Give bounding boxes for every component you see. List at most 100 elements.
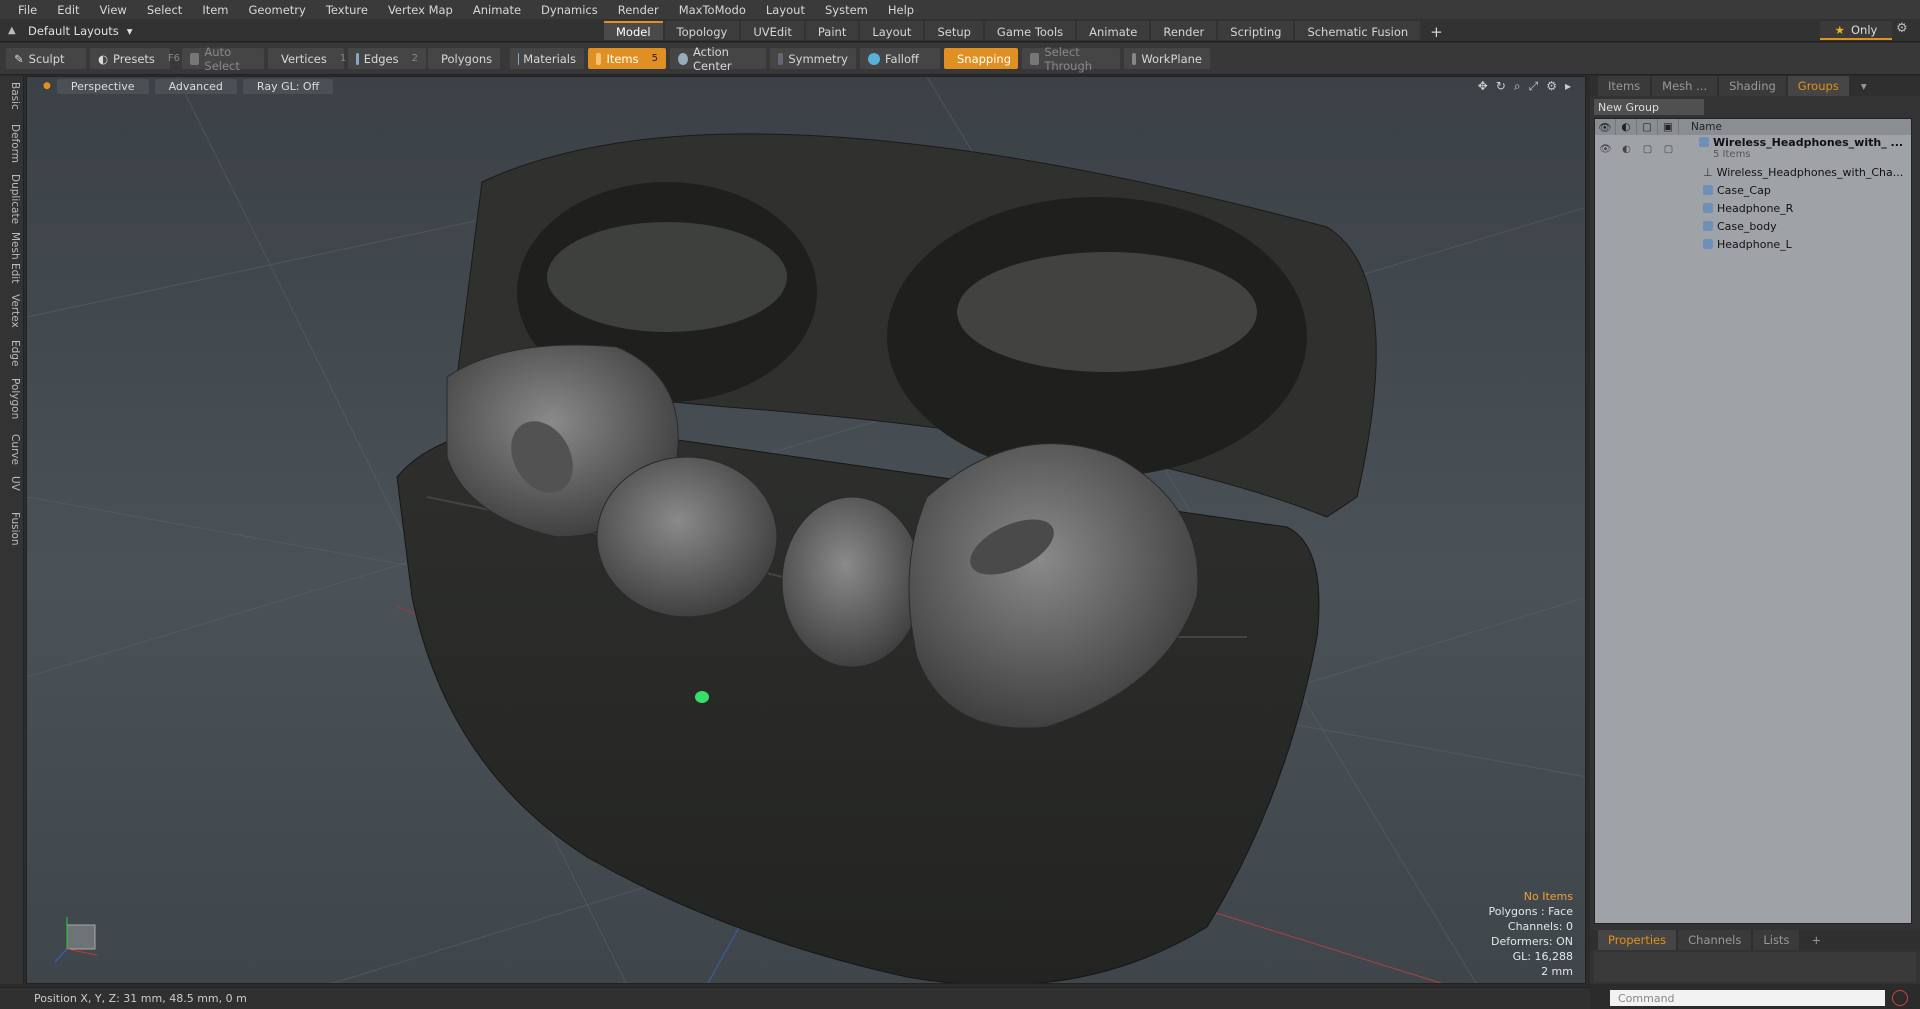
menu-animate[interactable]: Animate: [463, 3, 531, 17]
vtab-basic[interactable]: Basic: [3, 82, 21, 110]
collapse-icon[interactable]: ▲: [8, 25, 20, 37]
rotate-icon[interactable]: ↻: [1496, 79, 1506, 94]
workplane-icon: [1132, 52, 1137, 65]
vtab-uv[interactable]: UV: [3, 476, 21, 491]
zoom-icon[interactable]: ⌕: [1514, 79, 1521, 94]
menu-select[interactable]: Select: [137, 3, 192, 17]
only-toggle[interactable]: ★ Only: [1820, 21, 1892, 40]
snapping-button[interactable]: Snapping: [944, 48, 1018, 69]
visibility-column-icon[interactable]: 👁: [1595, 119, 1616, 135]
tab-channels[interactable]: Channels: [1678, 930, 1752, 950]
menu-geometry[interactable]: Geometry: [239, 3, 316, 17]
groups-tree: 👁 ◐ ▢ ▣ Name 👁 ◐ ▢ ▢ Wireless_Headphones…: [1594, 118, 1912, 924]
expand-arrow-icon[interactable]: ▸: [1565, 79, 1571, 94]
render-column-icon[interactable]: ◐: [1616, 119, 1637, 135]
viewport-menu-icon[interactable]: ●: [43, 81, 51, 91]
menu-vertex-map[interactable]: Vertex Map: [378, 3, 463, 17]
menu-edit[interactable]: Edit: [47, 3, 89, 17]
add-tab-icon[interactable]: +: [1422, 21, 1451, 41]
3d-viewport[interactable]: ● Perspective Advanced Ray GL: Off ✥ ↻ ⌕…: [26, 76, 1586, 984]
vtab-polygon[interactable]: Polygon: [3, 378, 21, 419]
falloff-button[interactable]: Falloff: [860, 48, 940, 69]
scene-render: [27, 77, 1585, 983]
menu-render[interactable]: Render: [608, 3, 669, 17]
layout-dropdown[interactable]: ▲ Default Layouts ▾: [8, 22, 133, 39]
select-through-button[interactable]: Select Through: [1022, 45, 1120, 73]
pan-icon[interactable]: ✥: [1478, 79, 1488, 94]
vtab-fusion[interactable]: Fusion: [3, 512, 21, 546]
tab-animate[interactable]: Animate: [1077, 21, 1150, 40]
menu-maxtomodo[interactable]: MaxToModo: [669, 3, 756, 17]
menu-file[interactable]: File: [8, 3, 47, 17]
auto-select-button[interactable]: Auto Select: [182, 45, 264, 73]
view-type-button[interactable]: Perspective: [56, 78, 149, 94]
items-button[interactable]: Items 5: [588, 48, 666, 69]
shading-mode-button[interactable]: Advanced: [154, 78, 237, 94]
symmetry-button[interactable]: Symmetry: [770, 48, 856, 69]
tab-layout[interactable]: Layout: [860, 21, 924, 40]
tabs-dropdown-icon[interactable]: ▾: [1851, 76, 1877, 96]
vtab-duplicate[interactable]: Duplicate: [3, 174, 21, 224]
tab-game-tools[interactable]: Game Tools: [984, 21, 1076, 40]
vtab-vertex[interactable]: Vertex: [3, 294, 21, 328]
viewport-settings-icon[interactable]: ⚙: [1546, 79, 1557, 94]
tree-item[interactable]: Headphone_L: [1595, 235, 1911, 253]
new-group-button[interactable]: New Group: [1594, 99, 1704, 115]
tree-item[interactable]: Case_Cap: [1595, 181, 1911, 199]
presets-label: Presets: [113, 51, 155, 66]
workplane-button[interactable]: WorkPlane: [1124, 48, 1210, 69]
menu-item[interactable]: Item: [192, 3, 238, 17]
scale-info: 2 mm: [1541, 965, 1573, 978]
tab-setup[interactable]: Setup: [925, 21, 983, 40]
menu-view[interactable]: View: [90, 3, 137, 17]
command-input[interactable]: Command: [1610, 990, 1885, 1006]
falloff-label: Falloff: [885, 51, 919, 66]
render-toggle-icon[interactable]: ◐: [1616, 144, 1637, 155]
tab-lists[interactable]: Lists: [1753, 930, 1800, 950]
tree-item[interactable]: Case_body: [1595, 217, 1911, 235]
tab-shading[interactable]: Shading: [1719, 76, 1786, 96]
tab-scripting[interactable]: Scripting: [1218, 21, 1294, 40]
vtab-deform[interactable]: Deform: [3, 124, 21, 163]
vertices-button[interactable]: Vertices 1: [268, 48, 346, 69]
tab-items[interactable]: Items: [1598, 76, 1651, 96]
materials-button[interactable]: Materials: [510, 48, 584, 69]
tree-item[interactable]: ⊥ Wireless_Headphones_with_Cha...: [1595, 163, 1911, 181]
tab-topology[interactable]: Topology: [664, 21, 740, 40]
tab-uvedit[interactable]: UVEdit: [741, 21, 804, 40]
tab-mesh[interactable]: Mesh ...: [1652, 76, 1718, 96]
menu-layout[interactable]: Layout: [756, 3, 815, 17]
menu-help[interactable]: Help: [878, 3, 924, 17]
group-row[interactable]: 👁 ◐ ▢ ▢ Wireless_Headphones_with_ ... 5 …: [1595, 135, 1911, 163]
command-run-icon[interactable]: [1892, 990, 1908, 1006]
fit-icon[interactable]: ⤢: [1529, 79, 1539, 94]
vtab-edge[interactable]: Edge: [3, 340, 21, 366]
tab-render[interactable]: Render: [1151, 21, 1217, 40]
select-column-icon[interactable]: ▣: [1658, 119, 1679, 135]
lock-toggle-icon[interactable]: ▢: [1637, 144, 1658, 155]
action-center-button[interactable]: Action Center: [670, 45, 766, 73]
polygons-button[interactable]: Polygons: [428, 48, 500, 69]
tab-model[interactable]: Model: [604, 21, 663, 40]
items-label: Items: [606, 51, 639, 66]
tab-groups[interactable]: Groups: [1787, 76, 1849, 96]
menu-system[interactable]: System: [815, 3, 878, 17]
tab-schematic-fusion[interactable]: Schematic Fusion: [1295, 21, 1421, 40]
menu-texture[interactable]: Texture: [316, 3, 378, 17]
vtab-mesh-edit[interactable]: Mesh Edit: [3, 232, 21, 283]
tree-item[interactable]: Headphone_R: [1595, 199, 1911, 217]
layout-dropdown-label: Default Layouts: [28, 23, 119, 38]
gear-icon[interactable]: ⚙: [1896, 21, 1908, 36]
tab-paint[interactable]: Paint: [805, 21, 859, 40]
visibility-toggle-icon[interactable]: 👁: [1595, 144, 1616, 155]
lock-column-icon[interactable]: ▢: [1637, 119, 1658, 135]
add-panel-tab-icon[interactable]: +: [1801, 930, 1831, 950]
sculpt-button[interactable]: ✎ Sculpt: [6, 48, 86, 69]
presets-button[interactable]: ◐ Presets F6: [90, 48, 180, 69]
menu-dynamics[interactable]: Dynamics: [531, 3, 608, 17]
raygl-button[interactable]: Ray GL: Off: [242, 78, 334, 94]
select-toggle-icon[interactable]: ▢: [1658, 144, 1679, 155]
vtab-curve[interactable]: Curve: [3, 434, 21, 465]
tab-properties[interactable]: Properties: [1598, 930, 1677, 950]
edges-button[interactable]: Edges 2: [348, 48, 426, 69]
